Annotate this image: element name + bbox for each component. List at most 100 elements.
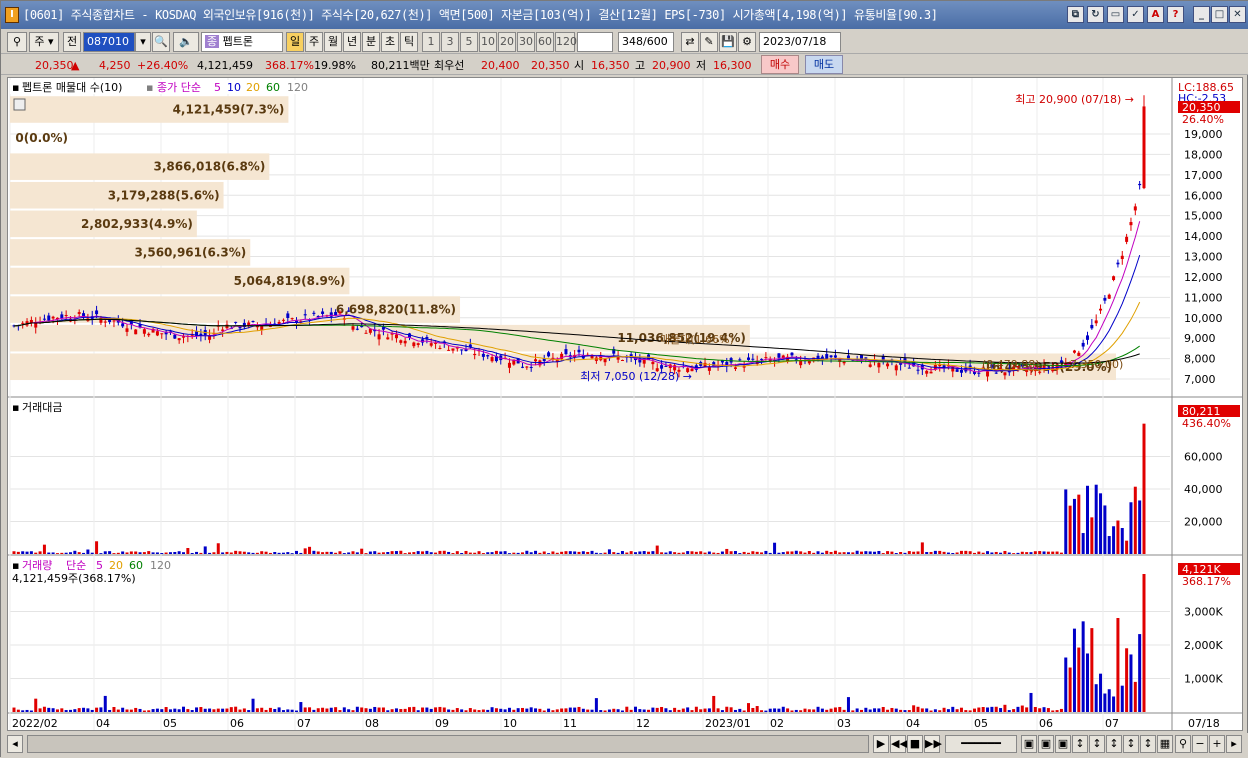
sell-button[interactable]: 매도 xyxy=(805,55,843,74)
chart-area[interactable]: 4,121,459(7.3%) 0(0.0%) 3,866,018(6.8%) 3,1… xyxy=(7,77,1243,731)
interval-10[interactable]: 10 xyxy=(479,32,497,52)
scroll-left-icon[interactable]: ◂ xyxy=(7,735,23,753)
interval-30[interactable]: 30 xyxy=(517,32,535,52)
price-candle xyxy=(286,313,290,319)
line-tool-icon[interactable]: ✎ xyxy=(700,32,718,52)
amount-bar xyxy=(347,552,351,554)
arrange-icon-5[interactable]: ↕ xyxy=(1140,735,1156,753)
scroll-right-icon[interactable]: ▸ xyxy=(1226,735,1242,753)
amount-bar xyxy=(351,551,355,554)
amount-bar xyxy=(620,551,624,554)
amount-bar xyxy=(251,552,255,554)
volume-bar xyxy=(403,708,407,712)
buy-button[interactable]: 매수 xyxy=(761,55,799,74)
period-select[interactable]: 주 ▾ xyxy=(29,32,59,52)
volume-bar xyxy=(1072,628,1076,712)
tab-month[interactable]: 월 xyxy=(324,32,342,52)
layout-icon-2[interactable]: ▣ xyxy=(1038,735,1054,753)
interval-60[interactable]: 60 xyxy=(536,32,554,52)
date-input[interactable]: 2023/07/18 ▦ xyxy=(759,32,841,66)
checkmark-icon[interactable]: ✓ xyxy=(1127,6,1144,23)
volume-bar xyxy=(316,708,320,712)
speaker-icon[interactable]: 🔈 xyxy=(173,32,199,52)
scroll-bar[interactable]: ◂ ▶ ◀◀ ■ ▶▶ ━━━━━━ ▣ ▣ ▣ ↕ ↕ ↕ ↕ ↕ ▦ ⚲ −… xyxy=(1,733,1248,758)
tab-day[interactable]: 일 xyxy=(286,32,304,52)
title-bar[interactable]: I [0601] 주식종합차트 - KOSDAQ 외국인보유[916(천)] 주… xyxy=(1,1,1248,29)
volume-bar xyxy=(638,709,642,712)
tab-week[interactable]: 주 xyxy=(305,32,323,52)
settings-icon[interactable]: ⚙ xyxy=(738,32,756,52)
refresh-icon[interactable]: ↻ xyxy=(1087,6,1104,23)
amount-bar xyxy=(264,551,268,554)
interval-120[interactable]: 120 xyxy=(555,32,577,52)
restore-icon[interactable]: ⧉ xyxy=(1067,6,1084,23)
tab-year[interactable]: 년 xyxy=(343,32,361,52)
price-candle xyxy=(1107,294,1111,299)
stock-name-field[interactable]: 종 펩트론 xyxy=(201,32,283,52)
amount-bar xyxy=(468,552,472,554)
layout-icon-3[interactable]: ▣ xyxy=(1055,735,1071,753)
price-candle xyxy=(234,321,238,323)
save-icon[interactable]: 💾 xyxy=(719,32,737,52)
volume-bar xyxy=(1038,708,1042,712)
volume-bar xyxy=(425,707,429,712)
volume-bar xyxy=(195,707,199,712)
volume-bar xyxy=(342,707,346,712)
arrange-icon-2[interactable]: ↕ xyxy=(1089,735,1105,753)
stop-icon[interactable]: ■ xyxy=(907,735,923,753)
play-icon[interactable]: ▶ xyxy=(873,735,889,753)
stock-code-input[interactable]: 087010 xyxy=(83,32,135,52)
plus-icon[interactable]: + xyxy=(1209,735,1225,753)
volume-bar xyxy=(612,708,616,712)
amount-bar xyxy=(812,552,816,554)
interval-5[interactable]: 5 xyxy=(460,32,478,52)
font-icon[interactable]: A xyxy=(1147,6,1164,23)
volume-bar xyxy=(959,707,963,712)
search-icon[interactable]: 🔍 xyxy=(152,32,170,52)
interval-3[interactable]: 3 xyxy=(441,32,459,52)
scroll-track[interactable] xyxy=(27,735,869,753)
zoom-slider[interactable]: ━━━━━━ xyxy=(945,735,1017,753)
volume-bar xyxy=(455,708,459,712)
zoom-in-search-icon[interactable]: ⚲ xyxy=(1175,735,1191,753)
stock-search-icon[interactable]: ⚲ xyxy=(7,32,27,52)
price-candle xyxy=(1072,350,1076,353)
arrange-icon-3[interactable]: ↕ xyxy=(1106,735,1122,753)
x-axis-label: 12 xyxy=(636,717,650,730)
price-candle xyxy=(777,353,781,358)
tab-second[interactable]: 초 xyxy=(381,32,399,52)
fast-forward-icon[interactable]: ▶▶ xyxy=(924,735,942,753)
custom-interval-input[interactable] xyxy=(577,32,613,52)
count-field[interactable]: 348/600 xyxy=(618,32,674,52)
tab-tick[interactable]: 틱 xyxy=(400,32,418,52)
close-icon[interactable]: ✕ xyxy=(1229,6,1246,23)
chart-canvas[interactable]: 4,121,459(7.3%) 0(0.0%) 3,866,018(6.8%) 3,1… xyxy=(8,78,1242,730)
volume-bar xyxy=(799,710,803,712)
amount-bar xyxy=(816,551,820,554)
amount-legend-bullet: ▪ xyxy=(12,401,19,414)
chart-window: I [0601] 주식종합차트 - KOSDAQ 외국인보유[916(천)] 주… xyxy=(0,0,1248,758)
grid-icon[interactable]: ▦ xyxy=(1157,735,1173,753)
window-icon[interactable]: ▭ xyxy=(1107,6,1124,23)
table-toggle-icon[interactable] xyxy=(13,98,26,111)
minimize-icon[interactable]: _ xyxy=(1193,6,1210,23)
price-candle xyxy=(1116,262,1120,265)
volume-bar xyxy=(577,706,581,712)
arrange-icon-1[interactable]: ↕ xyxy=(1072,735,1088,753)
prev-button[interactable]: 전 xyxy=(63,32,81,52)
layout-icon-1[interactable]: ▣ xyxy=(1021,735,1037,753)
amount-bar xyxy=(321,552,325,554)
maximize-icon[interactable]: □ xyxy=(1211,6,1228,23)
interval-1[interactable]: 1 xyxy=(422,32,440,52)
link-icon[interactable]: ⇄ xyxy=(681,32,699,52)
interval-20[interactable]: 20 xyxy=(498,32,516,52)
minus-icon[interactable]: − xyxy=(1192,735,1208,753)
arrange-icon-4[interactable]: ↕ xyxy=(1123,735,1139,753)
help-icon[interactable]: ? xyxy=(1167,6,1184,23)
price-candle xyxy=(1138,183,1142,186)
rewind-icon[interactable]: ◀◀ xyxy=(890,735,908,753)
volume-bar xyxy=(581,708,585,712)
code-dropdown-icon[interactable]: ▾ xyxy=(135,32,151,52)
volume-bar xyxy=(51,708,55,712)
tab-minute[interactable]: 분 xyxy=(362,32,380,52)
